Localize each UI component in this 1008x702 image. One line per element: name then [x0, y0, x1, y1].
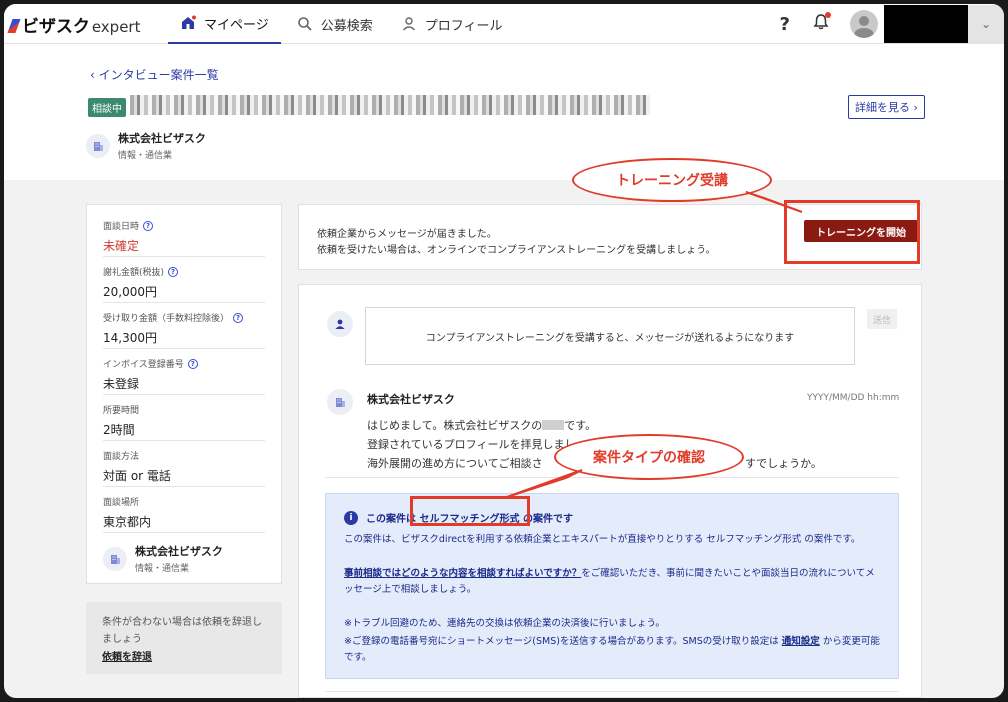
- field-label: 面談方法: [103, 452, 140, 462]
- nav-item-label: マイページ: [204, 17, 269, 33]
- field-value: 未確定: [103, 239, 140, 253]
- building-icon: [327, 389, 353, 415]
- banner-line: 依頼を受けたい場合は、オンラインでコンプライアンストレーニングを受講しましょう。: [317, 245, 716, 256]
- field-fee: 謝礼金額(税抜)? 20,000円: [103, 265, 265, 303]
- header-company: 株式会社ビザスク 情報・通信業: [86, 130, 206, 161]
- message-timestamp: YYYY/MM/DD hh:mm: [807, 393, 900, 403]
- field-location: 面談場所 東京都内: [103, 495, 265, 533]
- info-icon: i: [344, 510, 358, 525]
- redacted-username[interactable]: [884, 5, 968, 43]
- case-header: ‹ インタビュー案件一覧 相談中 詳細を見る › 株式会社ビザスク 情報・通信業: [4, 44, 1004, 180]
- status-badge: 相談中: [88, 98, 126, 117]
- highlight-box-case-type: [410, 496, 530, 526]
- message-line: はじめまして。株式会社ビザスクの です。: [367, 419, 597, 432]
- message-line: すでしょうか。: [745, 457, 822, 470]
- field-duration: 所要時間 2時間: [103, 403, 265, 441]
- field-interview-date: 面談日時? 未確定: [103, 219, 265, 257]
- search-icon: [297, 16, 313, 32]
- building-icon: [86, 133, 110, 158]
- help-circle-icon[interactable]: ?: [143, 220, 154, 231]
- field-value: 14,300円: [103, 331, 157, 345]
- message-sender: 株式会社ビザスク: [367, 393, 455, 406]
- field-label: 面談日時: [103, 222, 140, 232]
- message-line: 登録されているプロフィールを拝見しまし: [367, 438, 576, 451]
- chat-panel: コンプライアンストレーニングを受講すると、メッセージが送れるようになります 送信…: [298, 284, 922, 698]
- field-value: 東京都内: [103, 515, 152, 529]
- highlight-box-training: [784, 200, 920, 264]
- field-value: 対面 or 電話: [103, 469, 171, 483]
- decline-text: 条件が合わない場合は依頼を辞退しましょう: [102, 617, 262, 645]
- company-name: 株式会社ビザスク: [118, 132, 206, 145]
- nav-item-label: 公募検索: [320, 18, 373, 34]
- app-window: ビザスク expert マイページ 公募検索 プロフィール ? ⌄ ‹ インタビ…: [4, 4, 1004, 698]
- user-avatar-icon: [327, 311, 353, 337]
- user-icon: [401, 16, 417, 32]
- logo-text: ビザスク: [22, 17, 90, 37]
- info-paragraph: ※トラブル回避のため、連絡先の交換は依頼企業の決済後に行いましょう。: [344, 618, 665, 629]
- message-input-disabled[interactable]: コンプライアンストレーニングを受講すると、メッセージが送れるようになります: [365, 307, 855, 365]
- nav-item-profile[interactable]: プロフィール: [389, 4, 515, 44]
- notification-settings-link[interactable]: 通知設定: [782, 636, 820, 647]
- field-invoice-number: インボイス登録番号? 未登録: [103, 357, 265, 395]
- faq-link[interactable]: 事前相談ではどのような内容を相談すればよいですか？: [344, 568, 581, 579]
- nav-item-mypage[interactable]: マイページ: [168, 4, 281, 44]
- field-label: インボイス登録番号: [103, 360, 184, 370]
- home-icon: [180, 15, 196, 31]
- nav-item-search[interactable]: 公募検索: [285, 4, 385, 44]
- decline-link[interactable]: 依頼を辞退: [102, 648, 266, 663]
- decline-card: 条件が合わない場合は依頼を辞退しましょう 依頼を辞退: [86, 602, 282, 674]
- field-label: 所要時間: [103, 406, 140, 416]
- left-company: 株式会社ビザスク 情報・通信業: [103, 543, 223, 574]
- notification-dot: [825, 12, 831, 18]
- nav-item-label: プロフィール: [424, 18, 503, 34]
- field-method: 面談方法 対面 or 電話: [103, 449, 265, 487]
- redacted-case-title: [130, 95, 650, 115]
- notification-bell-icon[interactable]: [812, 12, 831, 35]
- company-industry: 情報・通信業: [118, 151, 173, 161]
- callout-pointer: [503, 469, 583, 499]
- field-label: 謝礼金額(税抜): [103, 268, 165, 278]
- top-navigation: ビザスク expert マイページ 公募検索 プロフィール ? ⌄: [4, 4, 1004, 44]
- callout-training: トレーニング受講: [572, 158, 772, 202]
- avatar[interactable]: [850, 10, 878, 38]
- info-paragraph: ※ご登録の電話番号宛にショートメッセージ(SMS)を送信する場合があります。SM…: [344, 636, 880, 663]
- banner-line: 依頼企業からメッセージが届きました。: [317, 229, 497, 240]
- help-circle-icon[interactable]: ?: [233, 312, 244, 323]
- case-summary-card: 面談日時? 未確定 謝礼金額(税抜)? 20,000円 受け取り金額（手数料控除…: [86, 204, 282, 584]
- main-nav: マイページ 公募検索 プロフィール: [168, 4, 519, 44]
- field-label: 面談場所: [103, 498, 140, 508]
- help-icon[interactable]: ?: [780, 14, 790, 35]
- chevron-down-icon[interactable]: ⌄: [968, 5, 1004, 43]
- redacted-name: [542, 420, 565, 430]
- send-button[interactable]: 送信: [867, 309, 897, 329]
- callout-pointer: [745, 191, 803, 213]
- logo[interactable]: ビザスク expert: [7, 12, 141, 37]
- help-circle-icon[interactable]: ?: [168, 266, 179, 277]
- details-button[interactable]: 詳細を見る ›: [848, 95, 925, 119]
- field-value: 2時間: [103, 423, 135, 437]
- company-name: 株式会社ビザスク: [135, 545, 223, 558]
- divider: [325, 691, 899, 692]
- building-icon: [103, 546, 127, 571]
- company-industry: 情報・通信業: [135, 564, 190, 574]
- logo-mark-icon: [7, 19, 21, 33]
- field-net-amount: 受け取り金額（手数料控除後）? 14,300円: [103, 311, 265, 349]
- info-paragraph: この案件は、ビザスクdirectを利用する依頼企業とエキスパートが直接やりとりす…: [344, 534, 861, 545]
- top-right-controls: ? ⌄: [780, 4, 1004, 44]
- logo-subtext: expert: [91, 18, 141, 36]
- field-label: 受け取り金額（手数料控除後）: [103, 314, 230, 324]
- back-link[interactable]: ‹ インタビュー案件一覧: [90, 66, 219, 83]
- field-value: 未登録: [103, 377, 140, 391]
- help-circle-icon[interactable]: ?: [187, 358, 198, 369]
- info-paragraph: 事前相談ではどのような内容を相談すればよいですか？をご確認いただき、事前に聞きた…: [344, 568, 875, 595]
- field-value: 20,000円: [103, 285, 157, 299]
